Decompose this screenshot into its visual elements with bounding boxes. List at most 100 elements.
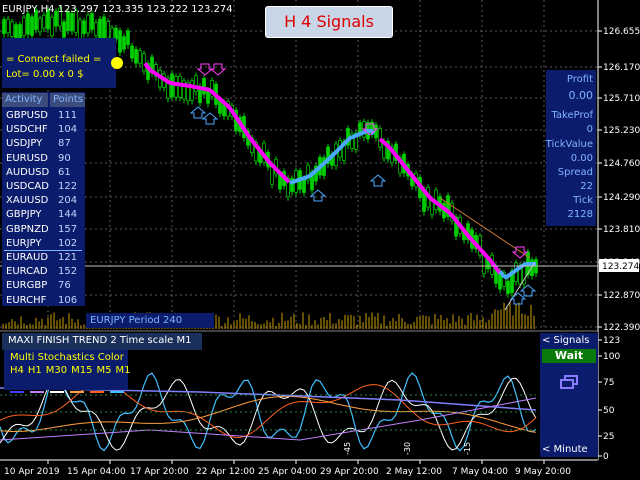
time-label: 10 Apr 2019 <box>4 467 60 477</box>
time-label: 9 May 20:00 <box>515 467 571 477</box>
takeprof-value: 0 <box>586 124 593 135</box>
wait-button[interactable]: Wait <box>542 349 596 363</box>
tf-label-m15: M15 <box>71 365 93 376</box>
candle-body <box>482 254 486 275</box>
symbol-points: 102 <box>58 237 78 249</box>
candle-body <box>2 19 6 35</box>
lot-info: Lot= 0.00 x 0 $ <box>6 69 84 80</box>
symbol-row-audusd[interactable]: AUDUSD 61 <box>4 166 82 179</box>
candle-body <box>138 50 142 64</box>
symbol-points: 157 <box>58 223 78 235</box>
points-header[interactable]: Points <box>50 93 85 107</box>
tf-label-m1: M1 <box>115 365 131 376</box>
time-label: 7 May 04:00 <box>452 467 508 477</box>
candle-body <box>118 30 122 53</box>
price-label: 123.810 <box>603 225 640 235</box>
symbol-name: GBPUSD <box>6 110 49 121</box>
symbol-row-usdcad[interactable]: USDCAD 122 <box>4 180 82 193</box>
time-label: 15 Apr 04:00 <box>67 467 126 477</box>
profit-value: 0.00 <box>568 89 594 102</box>
symbol-row-gbpnzd[interactable]: GBPNZD 157 <box>4 223 82 236</box>
tick-value: 2128 <box>567 209 593 220</box>
symbol-points: 204 <box>58 195 78 207</box>
symbol-points: 61 <box>58 166 71 178</box>
time-label: 25 Apr 04:00 <box>258 467 317 477</box>
symbol-points: 106 <box>58 294 78 306</box>
signals-button[interactable]: < Signals <box>542 335 590 346</box>
tf-label-h4: H4 <box>10 365 24 376</box>
candle-body <box>106 21 110 39</box>
window-icon[interactable] <box>560 375 578 389</box>
symbol-row-eurjpy[interactable]: EURJPY 102 <box>4 237 82 251</box>
symbol-points: 87 <box>58 138 71 150</box>
symbol-row-euraud[interactable]: EURAUD 121 <box>4 251 82 264</box>
symbol-name: USDJPY <box>6 138 43 150</box>
price-label: 126.170 <box>603 63 640 73</box>
price-axis: 126.655 126.170 125.710 125.230 124.760 124.2… <box>598 27 640 333</box>
signals-title: H 4 Signals <box>265 6 393 38</box>
symbol-name: AUDUSD <box>6 166 50 178</box>
symbol-name: EURUSD <box>6 152 48 164</box>
candle-body <box>62 21 66 38</box>
signals-panel: < Signals Wait < Minute <box>540 333 598 457</box>
tickvalue-label: TickValue <box>545 139 593 150</box>
symbol-name: EURCAD <box>6 266 48 278</box>
symbol-name: USDCHF <box>6 124 48 136</box>
minute-button[interactable]: < Minute <box>542 444 588 455</box>
candle-body <box>102 16 106 40</box>
tf-color-h4 <box>10 391 24 393</box>
candle-body <box>174 76 178 98</box>
candle-body <box>82 20 86 34</box>
symbol-row-eurchf[interactable]: EURCHF 106 <box>4 294 82 307</box>
tf-color-h1 <box>30 391 44 393</box>
price-label: 124.290 <box>603 193 640 203</box>
price-label: 122.870 <box>603 291 640 301</box>
indicator-axis: 1231007550250 <box>598 336 620 462</box>
symbol-row-gbpusd[interactable]: GBPUSD 111 <box>4 109 82 122</box>
time-label: 17 Apr 20:00 <box>130 467 189 477</box>
symbol-points: 90 <box>58 152 71 164</box>
symbol-row-xauusd[interactable]: XAUUSD 204 <box>4 194 82 207</box>
symbol-name: EURCHF <box>6 294 47 306</box>
tf-color-m1 <box>110 391 124 393</box>
period-label: EURJPY Period 240 <box>86 313 214 328</box>
symbol-row-eurgbp[interactable]: EURGBP 76 <box>4 279 82 292</box>
tf-color-m15 <box>70 391 84 393</box>
activity-header[interactable]: Activity <box>2 93 48 107</box>
ind-axis-label: 123 <box>603 336 620 346</box>
candle-body <box>90 13 94 30</box>
tf-label-m5: M5 <box>96 365 112 376</box>
timeframe-legend: H4 H1 M30 M15 M5 M1 <box>10 365 135 376</box>
stats-panel: Profit 0.00 TakeProf 0 TickValue 0.00 Sp… <box>546 70 596 226</box>
symbol-row-eurcad[interactable]: EURCAD 152 <box>4 265 82 278</box>
candle-body <box>126 30 130 46</box>
candle-body <box>130 45 134 59</box>
candle-body <box>94 22 98 37</box>
profit-label: Profit <box>566 74 593 85</box>
candle-body <box>142 53 146 72</box>
symbol-name: USDCAD <box>6 181 49 192</box>
tickvalue-value: 0.00 <box>570 153 593 164</box>
symbol-row-gbpjpy[interactable]: GBPJPY 144 <box>4 208 82 221</box>
tf-color-m5 <box>90 391 104 393</box>
symbol-name: EURAUD <box>6 252 49 263</box>
symbol-row-eurusd[interactable]: EURUSD 90 <box>4 152 82 165</box>
symbol-points: 121 <box>58 252 78 263</box>
stoch-subtitle: Multi Stochastics Color <box>10 352 124 363</box>
price-label: 122.390 <box>603 323 640 333</box>
symbol-points: 152 <box>58 266 78 278</box>
symbol-row-usdjpy[interactable]: USDJPY 87 <box>4 137 82 150</box>
candle-body <box>86 14 90 34</box>
candle-body <box>506 280 510 295</box>
candle-body <box>6 18 10 34</box>
price-label: 125.710 <box>603 94 640 104</box>
symbols-panel: Activity Points GBPUSD 111 USDCHF 104 USDJPY… <box>2 92 85 306</box>
tf-label-h1: H1 <box>27 365 42 376</box>
connect-status: = Connect failed = <box>6 54 102 65</box>
indicator-title: MAXI FINISH TREND 2 Time scale M1 <box>8 335 192 346</box>
symbol-info: EURJPY,H4 123.297 123.335 123.222 123.27… <box>2 4 233 15</box>
symbol-row-usdchf[interactable]: USDCHF 104 <box>4 123 82 136</box>
price-label: 126.655 <box>603 27 640 37</box>
ind-axis-label: 50 <box>603 406 615 416</box>
candle-body <box>26 13 30 35</box>
